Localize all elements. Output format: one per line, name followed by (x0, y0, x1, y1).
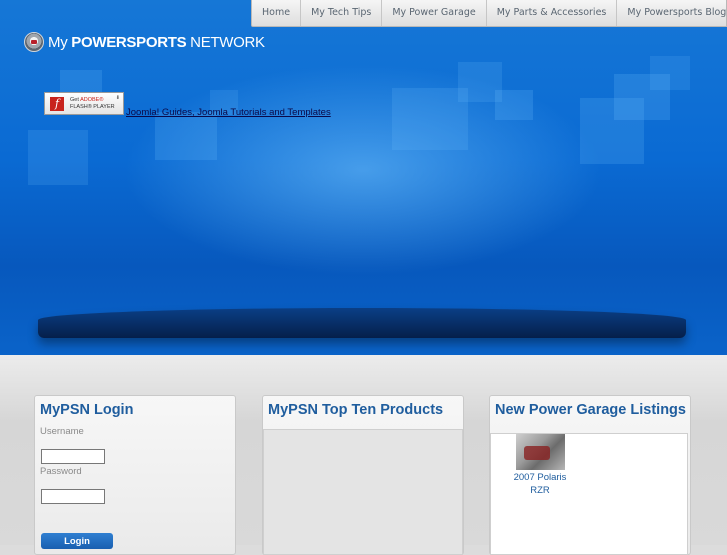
top-ten-content (263, 429, 463, 555)
password-label: Password (40, 466, 82, 477)
top-nav: Home My Tech Tips My Power Garage My Par… (251, 0, 727, 27)
logo-prefix: My (48, 33, 72, 51)
flash-badge-text: Get ADOBE® FLASH® PLAYER (70, 97, 115, 110)
download-arrow-icon: ⬇ (115, 95, 120, 101)
flash-icon: f (50, 96, 64, 111)
username-label: Username (40, 426, 84, 437)
flash-line2: FLASH® PLAYER (70, 103, 115, 110)
flash-line1-brand: ADOBE® (80, 97, 104, 103)
top-ten-title: MyPSN Top Ten Products (268, 402, 444, 418)
login-title: MyPSN Login (40, 402, 134, 418)
listing-caption-line2: RZR (530, 485, 550, 496)
hero-banner (0, 0, 727, 355)
decor-square (155, 112, 217, 160)
listing-caption[interactable]: 2007 Polaris RZR (505, 471, 575, 497)
get-flash-player-badge[interactable]: f Get ADOBE® FLASH® PLAYER ⬇ (44, 92, 124, 115)
logo-suffix: NETWORK (186, 33, 265, 51)
nav-power-garage[interactable]: My Power Garage (382, 0, 487, 26)
logo-text: My POWERSPORTS NETWORK (48, 34, 265, 51)
decor-square (495, 90, 533, 120)
nav-tech-tips[interactable]: My Tech Tips (301, 0, 383, 26)
listings-title: New Power Garage Listings (495, 402, 686, 418)
top-ten-panel: MyPSN Top Ten Products (262, 395, 464, 555)
listing-thumbnail[interactable] (516, 434, 565, 470)
login-panel: MyPSN Login Username Password Login (34, 395, 236, 555)
listing-caption-line1: 2007 Polaris (513, 472, 567, 483)
listings-content: 2007 Polaris RZR (490, 433, 688, 555)
login-button[interactable]: Login (41, 533, 113, 549)
decor-square (28, 130, 88, 185)
logo-bold: POWERSPORTS (71, 33, 187, 51)
decor-square (650, 56, 690, 90)
username-input[interactable] (41, 449, 105, 464)
site-logo[interactable]: My POWERSPORTS NETWORK (24, 32, 265, 52)
nav-parts-accessories[interactable]: My Parts & Accessories (487, 0, 618, 26)
nav-powersports-blog[interactable]: My Powersports Blog (617, 0, 727, 26)
stage-platform (38, 308, 686, 338)
listings-panel: New Power Garage Listings 2007 Polaris R… (489, 395, 691, 555)
logo-emblem-icon (24, 32, 44, 52)
password-input[interactable] (41, 489, 105, 504)
flash-line1-prefix: Get (70, 97, 81, 103)
nav-home[interactable]: Home (252, 0, 302, 26)
decor-square (392, 88, 468, 150)
joomla-guides-link[interactable]: Joomla! Guides, Joomla Tutorials and Tem… (126, 107, 331, 118)
